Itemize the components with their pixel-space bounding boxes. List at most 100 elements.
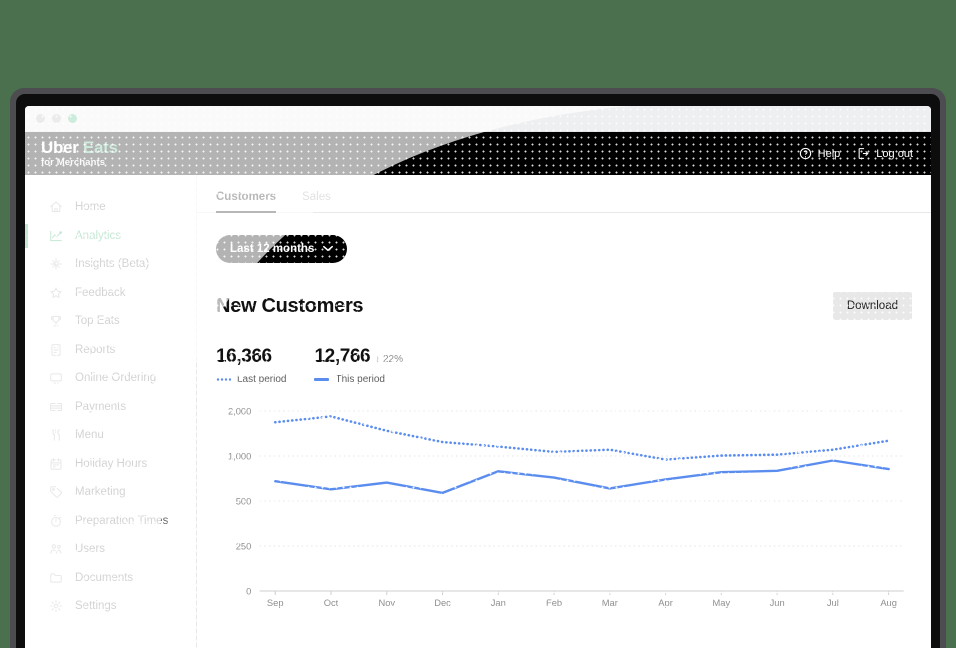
- sidebar-nav-list: Home Analytics Insights (Beta) Feedback Top …: [25, 175, 196, 621]
- sidebar-item-label: Reports: [75, 343, 116, 356]
- browser-window: Uber Eats for Merchants Help Log out Hom…: [25, 106, 931, 648]
- sidebar-item-label: Preparation Times: [75, 514, 169, 527]
- legend-swatch-solid: [314, 378, 330, 381]
- trophy-icon: [49, 314, 63, 328]
- new-customers-chart: 0 250 500 1,000 2,000 Sep Oct Nov Dec Jan Feb Mar A…: [216, 403, 912, 623]
- chart-x-tick-label: Nov: [378, 598, 395, 608]
- chart-x-tick-label: Sep: [267, 598, 284, 608]
- stat-value: 16,366: [216, 346, 272, 367]
- cash-icon: [49, 400, 63, 414]
- logout-label: Log out: [876, 147, 913, 160]
- home-icon: [49, 200, 63, 214]
- sidebar-item-online-ordering[interactable]: Online Ordering: [25, 364, 196, 393]
- title-row: New Customers Download: [216, 292, 912, 320]
- sidebar-item-analytics[interactable]: Analytics: [25, 222, 196, 251]
- logout-button[interactable]: Log out: [857, 147, 913, 160]
- sidebar-item-users[interactable]: Users: [25, 535, 196, 564]
- sidebar-item-label: Payments: [75, 400, 127, 413]
- sidebar-item-label: Home: [75, 201, 106, 214]
- chart-series: [273, 415, 890, 495]
- chart-y-tick-label: 250: [236, 542, 252, 552]
- chart-gridlines: [259, 410, 904, 592]
- sidebar-item-home[interactable]: Home: [25, 193, 196, 222]
- help-icon: [799, 147, 812, 160]
- chevron-down-icon: [323, 243, 334, 255]
- laptop-frame: Uber Eats for Merchants Help Log out Hom…: [10, 88, 946, 648]
- chart-y-tick-label: 0: [246, 587, 251, 597]
- chart-y-tick-label: 2,000: [228, 407, 251, 417]
- legend-label: Last period: [237, 374, 287, 385]
- summary-stats: 16,366 Last period 12,766 ↓ 22% This period: [216, 346, 912, 385]
- chart-x-tick-label: Jan: [491, 598, 506, 608]
- period-selector-dropdown[interactable]: Last 12 months: [216, 235, 348, 263]
- chart-x-tick-label: Aug: [880, 598, 897, 608]
- sidebar-item-label: Insights (Beta): [75, 258, 150, 271]
- browser-titlebar: [25, 106, 931, 132]
- sidebar-item-label: Settings: [75, 600, 117, 613]
- sidebar-item-holiday-hours[interactable]: Holiday Hours: [25, 450, 196, 479]
- sparkle-icon: [49, 257, 63, 271]
- chart-x-axis-labels: Sep Oct Nov Dec Jan Feb Mar Apr May Jun Jul Aug: [267, 598, 897, 608]
- sidebar-item-preparation-times[interactable]: Preparation Times: [25, 507, 196, 536]
- stat-legend: Last period: [216, 374, 286, 385]
- tab-customers[interactable]: Customers: [216, 191, 277, 213]
- brand-eats-text: Eats: [82, 137, 118, 157]
- sidebar-item-feedback[interactable]: Feedback: [25, 279, 196, 308]
- sidebar-item-top-eats[interactable]: Top Eats: [25, 307, 196, 336]
- chart-x-axis-ticks: [274, 591, 890, 595]
- window-dot-minimize[interactable]: [52, 114, 61, 123]
- sidebar-item-documents[interactable]: Documents: [25, 564, 196, 593]
- brand-uber-text: Uber: [41, 137, 79, 157]
- chart-x-tick-label: Apr: [658, 598, 673, 608]
- window-dot-maximize[interactable]: [68, 114, 77, 123]
- report-icon: [49, 343, 63, 357]
- period-selector-label: Last 12 months: [230, 243, 315, 255]
- sidebar-item-label: Marketing: [75, 486, 126, 499]
- stopwatch-icon: [49, 514, 63, 528]
- chart-x-tick-label: May: [713, 598, 731, 608]
- sidebar-item-label: Top Eats: [75, 315, 120, 328]
- chart-x-tick-label: Dec: [434, 598, 451, 608]
- sidebar-item-label: Online Ordering: [75, 372, 157, 385]
- stat-value-row: 12,766 ↓ 22%: [314, 346, 403, 368]
- sidebar-item-label: Analytics: [75, 229, 122, 242]
- sidebar-item-insights-beta[interactable]: Insights (Beta): [25, 250, 196, 279]
- help-label: Help: [817, 147, 841, 160]
- window-dot-close[interactable]: [36, 114, 45, 123]
- brand-subtitle: for Merchants: [41, 157, 106, 169]
- cutlery-icon: [49, 428, 63, 442]
- sidebar: Home Analytics Insights (Beta) Feedback Top …: [25, 132, 197, 648]
- chart-x-tick-label: Jun: [770, 598, 785, 608]
- chart-x-tick-label: Feb: [546, 598, 562, 608]
- legend-label: This period: [335, 374, 385, 385]
- tab-sales[interactable]: Sales: [302, 191, 331, 212]
- laptop-screen: Uber Eats for Merchants Help Log out Hom…: [16, 94, 940, 648]
- users-icon: [49, 542, 63, 556]
- topbar-actions: Help Log out: [799, 147, 931, 160]
- download-button[interactable]: Download: [832, 292, 912, 320]
- help-button[interactable]: Help: [799, 147, 841, 160]
- sidebar-item-menu[interactable]: Menu: [25, 421, 196, 450]
- sidebar-item-label: Holiday Hours: [75, 457, 148, 470]
- chart-y-tick-label: 1,000: [228, 452, 251, 462]
- scene: Uber Eats for Merchants Help Log out Hom…: [0, 0, 956, 648]
- folder-icon: [49, 571, 63, 585]
- star-icon: [49, 286, 63, 300]
- main-content: Customers Sales Last 12 months New Custo…: [197, 132, 931, 648]
- sidebar-item-marketing[interactable]: Marketing: [25, 478, 196, 507]
- sidebar-item-settings[interactable]: Settings: [25, 592, 196, 621]
- page-title: New Customers: [216, 294, 364, 317]
- chart-x-tick-label: Jul: [827, 598, 839, 608]
- chart-line-last-period: [273, 415, 890, 461]
- brand-logo[interactable]: Uber Eats for Merchants: [25, 137, 197, 169]
- sidebar-item-label: Documents: [75, 571, 134, 584]
- tag-icon: [49, 485, 63, 499]
- chart-y-axis-labels: 0 250 500 1,000 2,000: [228, 407, 251, 597]
- chart-line-this-period: [273, 459, 890, 495]
- brand-logo-text: Uber Eats: [41, 137, 197, 157]
- sidebar-item-payments[interactable]: Payments: [25, 393, 196, 422]
- chart-svg: 0 250 500 1,000 2,000 Sep Oct Nov Dec Jan Feb Mar A…: [228, 407, 904, 608]
- sidebar-item-reports[interactable]: Reports: [25, 336, 196, 365]
- sidebar-item-label: Menu: [75, 429, 104, 442]
- sidebar-item-label: Feedback: [75, 286, 126, 299]
